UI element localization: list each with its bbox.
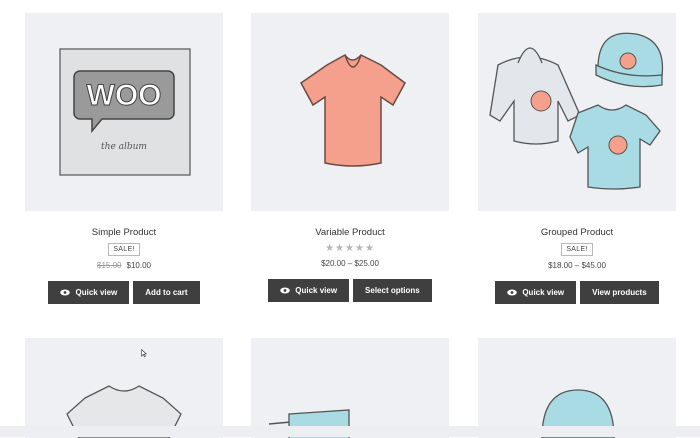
sale-badge: SALE! <box>561 243 593 256</box>
product-actions: Quick view View products <box>478 281 676 304</box>
page-bottom-strip <box>0 426 700 437</box>
eye-icon <box>507 289 518 296</box>
mouse-cursor-icon <box>141 349 147 357</box>
product-card-variable: Variable Product ★★★★★ $20.00 – $25.00 Q… <box>251 13 449 302</box>
beanie-illustration <box>541 389 615 438</box>
product-image-pennant[interactable] <box>251 338 449 438</box>
price-old: $15.00 <box>97 261 122 270</box>
quick-view-label: Quick view <box>295 286 338 295</box>
product-card-simple: WOO the album Simple Product SALE! $15.0… <box>25 13 223 304</box>
gray-tshirt-illustration <box>66 385 182 438</box>
product-image-album[interactable]: WOO the album <box>25 13 223 211</box>
tshirt-illustration <box>300 54 406 167</box>
price-new: $10.00 <box>126 261 151 270</box>
view-products-label: View products <box>592 288 647 297</box>
view-products-button[interactable]: View products <box>580 281 659 304</box>
pennant-illustration <box>268 409 350 438</box>
quick-view-label: Quick view <box>522 288 565 297</box>
select-options-label: Select options <box>365 286 420 295</box>
product-title[interactable]: Grouped Product <box>478 227 676 238</box>
star-rating: ★★★★★ <box>325 243 375 254</box>
eye-icon <box>280 287 291 294</box>
product-image-gray-tshirt[interactable] <box>25 338 223 438</box>
product-actions: Quick view Add to cart <box>25 281 223 304</box>
product-price: $20.00 – $25.00 <box>321 259 379 268</box>
quick-view-button[interactable]: Quick view <box>495 281 577 304</box>
select-options-button[interactable]: Select options <box>353 279 432 302</box>
product-image-tshirt[interactable] <box>251 13 449 211</box>
product-card <box>478 338 676 438</box>
add-to-cart-label: Add to cart <box>145 288 188 297</box>
quick-view-label: Quick view <box>75 288 118 297</box>
eye-icon <box>60 289 71 296</box>
product-price: $18.00 – $45.00 <box>548 261 606 270</box>
product-actions: Quick view Select options <box>251 279 449 302</box>
album-illustration: WOO the album <box>59 48 191 176</box>
product-title[interactable]: Simple Product <box>25 227 223 238</box>
add-to-cart-button[interactable]: Add to cart <box>133 281 200 304</box>
product-price: $15.00 $10.00 <box>25 261 223 270</box>
album-caption: the album <box>101 142 147 152</box>
product-card <box>251 338 449 438</box>
quick-view-button[interactable]: Quick view <box>48 281 130 304</box>
product-title[interactable]: Variable Product <box>251 227 449 238</box>
album-logo-text: WOO <box>87 79 162 112</box>
apparel-illustration <box>489 32 664 190</box>
quick-view-button[interactable]: Quick view <box>268 279 350 302</box>
product-image-apparel[interactable] <box>478 13 676 211</box>
product-image-beanie[interactable] <box>478 338 676 438</box>
product-card <box>25 338 223 438</box>
product-card-grouped: Grouped Product SALE! $18.00 – $45.00 Qu… <box>478 13 676 304</box>
sale-badge: SALE! <box>108 243 140 256</box>
